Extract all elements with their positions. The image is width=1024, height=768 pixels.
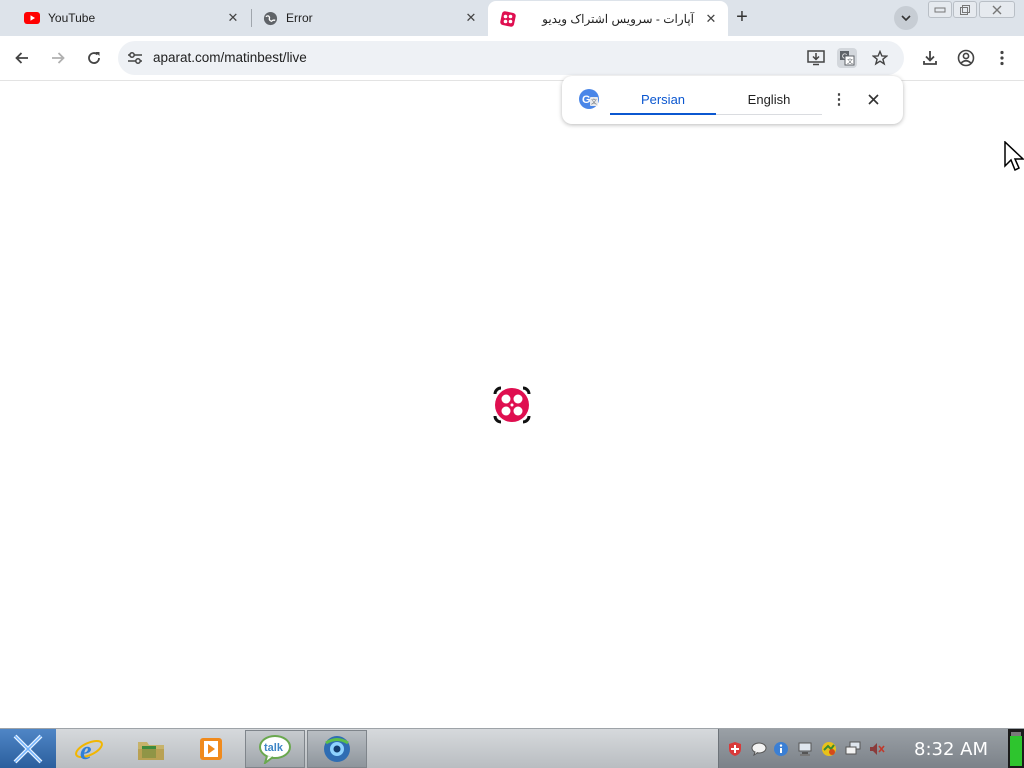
new-tab-button[interactable]: +: [732, 7, 752, 27]
file-manager-icon[interactable]: [135, 733, 167, 765]
media-player-icon[interactable]: [195, 733, 227, 765]
svg-text:文: 文: [591, 98, 597, 106]
chat-bubble-icon[interactable]: [751, 741, 767, 757]
tab-search-button[interactable]: [894, 6, 918, 30]
svg-text:文: 文: [847, 58, 853, 66]
chevron-down-icon: [901, 15, 911, 21]
minimize-button[interactable]: [928, 1, 952, 18]
aparat-icon: [500, 10, 516, 27]
site-info-icon[interactable]: [126, 49, 144, 67]
clock[interactable]: 8:32 AM: [914, 739, 988, 760]
start-x-icon: [13, 734, 43, 764]
taskbar-item-talk[interactable]: talk: [245, 730, 305, 768]
close-tab-icon[interactable]: ✕: [702, 10, 720, 28]
svg-text:talk: talk: [264, 742, 284, 754]
battery-icon[interactable]: [1008, 729, 1024, 768]
browser-globe-icon: [324, 736, 350, 762]
back-arrow-icon: [15, 52, 28, 64]
close-window-button[interactable]: [979, 1, 1015, 18]
forward-arrow-icon: [52, 52, 65, 64]
close-tab-icon[interactable]: ✕: [462, 9, 480, 27]
security-shield-icon[interactable]: [727, 741, 743, 757]
google-translate-icon: G文: [578, 88, 600, 110]
reload-icon: [88, 52, 100, 64]
url-text: aparat.com/matinbest/live: [153, 50, 307, 65]
bookmark-star-icon[interactable]: [870, 48, 890, 68]
network-icon[interactable]: [797, 741, 813, 757]
volume-muted-icon[interactable]: [869, 741, 885, 757]
screen: YouTube ✕ Error ✕ آپارات - سرویس اشتراک …: [0, 0, 1024, 768]
translate-options-icon[interactable]: ⋮: [832, 88, 847, 110]
updates-icon[interactable]: [821, 741, 837, 757]
forward-button[interactable]: [46, 46, 70, 70]
minimize-icon: [934, 7, 946, 12]
internet-explorer-icon[interactable]: e: [73, 733, 105, 765]
translate-icon[interactable]: G文: [837, 48, 857, 68]
close-translate-icon[interactable]: [863, 89, 883, 109]
tab-title: آپارات - سرویس اشتراک ویدیو: [542, 11, 694, 26]
reload-button[interactable]: [82, 46, 106, 70]
youtube-icon: [24, 10, 40, 26]
start-button[interactable]: [0, 729, 56, 768]
menu-button[interactable]: [990, 46, 1014, 70]
translate-bubble: G文 Persian English ⋮: [562, 76, 903, 124]
tab-aparat[interactable]: آپارات - سرویس اشتراک ویدیو ✕: [488, 1, 728, 36]
kebab-menu-icon: [1000, 50, 1004, 66]
talk-icon: talk: [259, 735, 291, 764]
globe-icon: [262, 10, 278, 26]
system-tray: 8:32 AM: [718, 729, 1008, 768]
tab-strip: YouTube ✕ Error ✕ آپارات - سرویس اشتراک …: [0, 0, 1024, 36]
download-icon: [923, 51, 937, 65]
install-app-icon[interactable]: [806, 48, 826, 68]
tab-title: Error: [286, 11, 313, 25]
restore-button[interactable]: [953, 1, 977, 18]
address-bar[interactable]: aparat.com/matinbest/live G文: [118, 41, 904, 75]
source-language-tab[interactable]: Persian: [610, 85, 716, 115]
tab-error[interactable]: Error ✕: [238, 0, 488, 36]
taskbar: e talk 8:32 AM: [0, 728, 1024, 768]
back-button[interactable]: [10, 46, 34, 70]
info-icon[interactable]: [773, 741, 789, 757]
restore-icon: [960, 4, 970, 15]
account-icon: [957, 49, 975, 67]
aparat-loading-logo: [491, 384, 533, 426]
profile-button[interactable]: [954, 46, 978, 70]
mouse-cursor-icon: [1004, 140, 1024, 173]
close-icon: [992, 5, 1002, 14]
svg-text:e: e: [80, 736, 92, 764]
tab-youtube[interactable]: YouTube ✕: [0, 0, 250, 36]
browser-toolbar: aparat.com/matinbest/live G文: [0, 36, 1024, 81]
svg-text:G: G: [582, 94, 591, 106]
tab-title: YouTube: [48, 11, 96, 25]
target-language-tab[interactable]: English: [716, 85, 822, 115]
downloads-button[interactable]: [918, 46, 942, 70]
taskbar-item-browser[interactable]: [307, 730, 367, 768]
display-icon[interactable]: [845, 741, 861, 757]
